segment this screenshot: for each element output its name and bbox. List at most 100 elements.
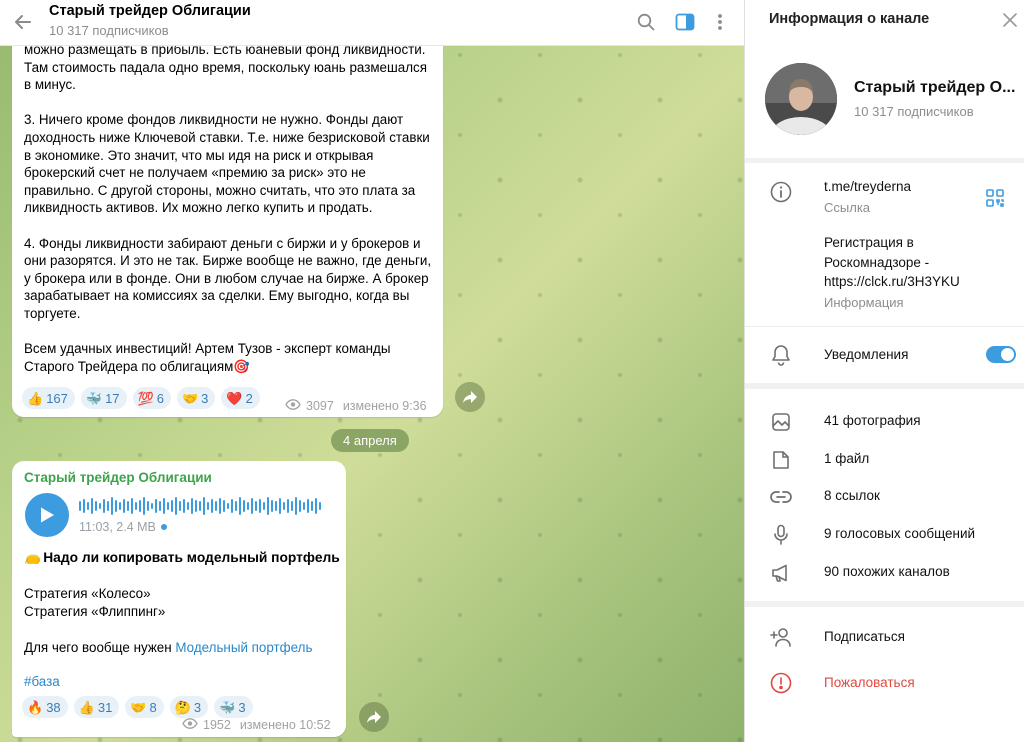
unread-dot	[160, 524, 167, 530]
voice-waveform[interactable]	[79, 494, 324, 518]
message-bubble[interactable]: Старый трейдер Облигации 11:03, 2.4 MB 👝…	[12, 461, 346, 737]
microphone-icon	[769, 523, 793, 547]
reaction-chip[interactable]: 🔥 38	[22, 696, 68, 718]
chat-subscribers: 10 317 подписчиков	[49, 23, 169, 38]
headline-emoji: 👝	[24, 549, 42, 564]
report-icon	[769, 671, 793, 695]
reactions-row: 🔥 38 👍 31 🤝 8 🤔 3 🐳 3	[22, 696, 253, 718]
megaphone-icon	[769, 561, 793, 585]
chat-area: Старый трейдер Облигации 10 317 подписчи…	[0, 0, 744, 742]
forward-icon[interactable]	[455, 382, 485, 412]
reaction-count: 6	[156, 390, 164, 406]
link-icon	[769, 485, 793, 509]
views-count: 3097	[306, 399, 334, 413]
info-caption: Информация	[824, 295, 904, 310]
reaction-count: 31	[97, 699, 113, 715]
message-bubble[interactable]: можно размещать в прибыль. Есть юаневый …	[12, 30, 443, 417]
message-headline: 👝 Надо ли копировать модельный портфель	[24, 549, 340, 565]
reaction-emoji: 🔥	[27, 699, 44, 715]
reaction-chip[interactable]: 🤝 3	[176, 387, 216, 409]
play-icon[interactable]	[25, 493, 69, 537]
reaction-emoji: 💯	[137, 390, 154, 406]
reaction-count: 8	[149, 699, 157, 715]
actions-section: Подписаться Пожаловаться	[745, 607, 1024, 742]
reaction-chip[interactable]: 👍 167	[22, 387, 75, 409]
reaction-emoji: 🤝	[130, 699, 147, 715]
info-link[interactable]: https://clck.ru/3H3YKU	[824, 274, 960, 289]
add-user-icon	[769, 625, 793, 649]
edited-time: изменено 10:52	[239, 718, 331, 732]
message-line: Для чего вообще нужен Модельный портфель	[24, 640, 312, 655]
bell-icon	[769, 343, 793, 367]
message-meta: 1952 изменено 10:52	[182, 718, 331, 732]
media-voice[interactable]: 9 голосовых сообщений	[824, 526, 975, 541]
reaction-count: 3	[238, 699, 246, 715]
reactions-row: 👍 167 🐳 17 💯 6 🤝 3 ❤️ 2	[22, 387, 260, 409]
photo-icon	[769, 410, 793, 434]
reaction-count: 3	[201, 390, 209, 406]
media-similar-channels[interactable]: 90 похожих каналов	[824, 564, 950, 579]
chat-title[interactable]: Старый трейдер Облигации	[49, 3, 251, 19]
forward-icon[interactable]	[359, 702, 389, 732]
media-files[interactable]: 1 файл	[824, 451, 869, 466]
close-icon[interactable]	[999, 9, 1021, 31]
date-separator: 4 апреля	[331, 429, 409, 452]
reaction-chip[interactable]: 👍 31	[73, 696, 120, 718]
notifications-toggle[interactable]	[986, 346, 1016, 363]
file-icon	[769, 448, 793, 472]
eye-icon	[182, 718, 198, 732]
reaction-emoji: 🤔	[174, 699, 191, 715]
reaction-emoji: 👍	[27, 390, 44, 406]
message-meta: 3097 изменено 9:36	[285, 399, 427, 413]
report-button[interactable]: Пожаловаться	[824, 675, 915, 690]
media-photos[interactable]: 41 фотография	[824, 413, 921, 428]
channel-subscribers: 10 317 подписчиков	[854, 104, 974, 119]
info-icon	[769, 180, 793, 204]
headline-text: Надо ли копировать модельный портфель	[43, 549, 340, 565]
model-portfolio-link[interactable]: Модельный портфель	[175, 640, 312, 655]
chat-header: Старый трейдер Облигации 10 317 подписчи…	[0, 0, 744, 46]
message-line: Стратегия «Колесо»	[24, 586, 151, 601]
reaction-count: 3	[193, 699, 202, 715]
channel-info-panel: Информация о канале Старый трейдер О... …	[744, 0, 1024, 742]
link-caption: Ссылка	[824, 200, 871, 215]
reaction-emoji: 🐳	[219, 699, 236, 715]
sidebar-toggle-icon[interactable]	[673, 10, 697, 34]
reaction-chip[interactable]: 🐳 17	[80, 387, 127, 409]
reaction-chip[interactable]: 💯 6	[132, 387, 171, 409]
info-text-line: Роскомнадзоре -	[824, 255, 930, 270]
reaction-emoji: 🐳	[85, 390, 103, 406]
reaction-chip[interactable]: 🤔 3	[169, 696, 209, 718]
panel-header: Информация о канале Старый трейдер О... …	[745, 0, 1024, 158]
channel-link[interactable]: t.me/treyderna	[824, 179, 911, 194]
reaction-emoji: 👍	[78, 699, 95, 715]
search-icon[interactable]	[634, 10, 658, 34]
reaction-chip[interactable]: ❤️ 2	[221, 387, 260, 409]
media-links[interactable]: 8 ссылок	[824, 488, 880, 503]
reaction-count: 167	[46, 390, 68, 406]
reaction-count: 2	[245, 390, 253, 406]
message-author[interactable]: Старый трейдер Облигации	[24, 470, 212, 485]
reaction-emoji: ❤️	[226, 390, 243, 406]
reaction-count: 17	[105, 390, 120, 406]
reaction-chip[interactable]: 🐳 3	[214, 696, 253, 718]
hashtag-link[interactable]: #база	[24, 674, 60, 689]
message-line: Стратегия «Флиппинг»	[24, 604, 166, 619]
message-line-text: Для чего вообще нужен	[24, 640, 176, 655]
info-section: t.me/treyderna Ссылка Регистрация в Роск…	[745, 163, 1024, 326]
reaction-count: 38	[46, 699, 61, 715]
notifications-row[interactable]: Уведомления	[745, 326, 1024, 383]
subscribe-button[interactable]: Подписаться	[824, 629, 905, 644]
eye-icon	[285, 399, 301, 413]
channel-name: Старый трейдер О...	[854, 79, 1016, 96]
channel-avatar[interactable]	[765, 63, 837, 135]
qr-code-icon[interactable]	[983, 186, 1007, 210]
more-vertical-icon[interactable]	[708, 10, 732, 34]
message-text: можно размещать в прибыль. Есть юаневый …	[24, 42, 432, 374]
info-text-line: Регистрация в	[824, 235, 914, 250]
voice-meta: 11:03, 2.4 MB	[79, 520, 167, 534]
back-arrow-icon[interactable]	[10, 9, 36, 35]
reaction-chip[interactable]: 🤝 8	[125, 696, 164, 718]
views-count: 1952	[203, 718, 231, 732]
edited-time: изменено 9:36	[342, 399, 427, 413]
